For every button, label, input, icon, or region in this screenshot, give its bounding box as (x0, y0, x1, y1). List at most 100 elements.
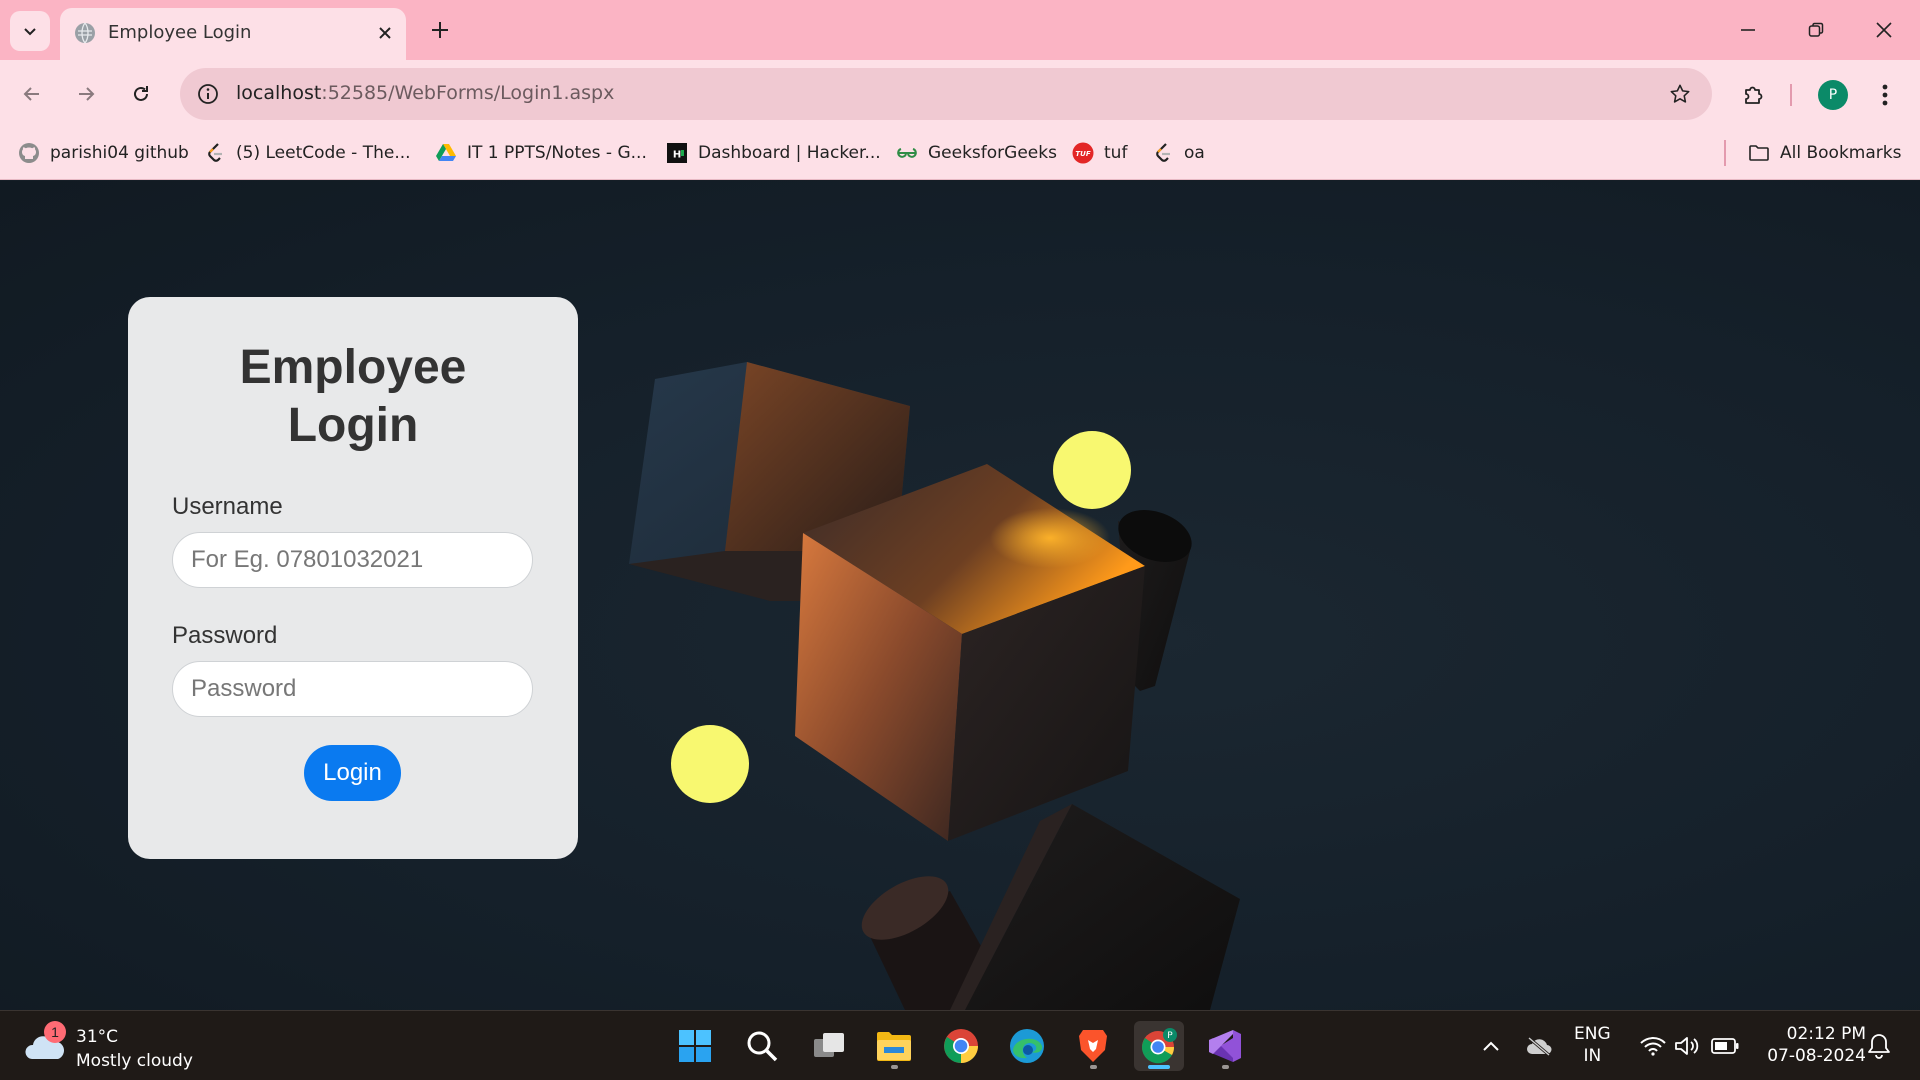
reload-icon (134, 86, 148, 101)
forward-button[interactable] (68, 76, 104, 112)
task-view-button[interactable] (804, 1021, 854, 1071)
battery-icon (1711, 1038, 1739, 1054)
tab-search-button[interactable] (10, 11, 50, 51)
bookmark-github[interactable]: parishi04 github (18, 138, 189, 168)
battery-button[interactable] (1708, 1029, 1742, 1063)
bookmark-tuf[interactable]: TUF tuf (1072, 138, 1127, 168)
puzzle-icon (1745, 86, 1763, 104)
weather-widget[interactable]: 1 31°C Mostly cloudy (24, 1019, 214, 1073)
arrow-right-icon (79, 87, 95, 101)
info-icon (198, 84, 218, 104)
bookmarks-divider (1724, 140, 1726, 166)
active-tab[interactable]: Employee Login (60, 8, 406, 60)
url-text[interactable]: localhost:52585/WebForms/Login1.aspx (236, 82, 614, 104)
task-view-icon (814, 1033, 844, 1057)
close-icon (379, 27, 391, 39)
login-title-line1: Employee (239, 341, 467, 394)
brave-button[interactable] (1068, 1021, 1118, 1071)
start-button[interactable] (670, 1021, 720, 1071)
login-button[interactable]: Login (304, 745, 401, 801)
tab-title: Employee Login (108, 22, 252, 43)
bookmark-geeksforgeeks[interactable]: GeeksforGeeks (896, 138, 1057, 168)
notification-bell-icon (1868, 1034, 1890, 1059)
google-drive-icon (436, 144, 456, 161)
onedrive-button[interactable] (1522, 1029, 1556, 1063)
running-indicator (1222, 1065, 1229, 1069)
visual-studio-button[interactable] (1200, 1021, 1250, 1071)
plus-icon (432, 22, 448, 38)
geeksforgeeks-icon (897, 148, 917, 158)
address-bar[interactable]: localhost:52585/WebForms/Login1.aspx (180, 68, 1712, 120)
chrome-button[interactable] (936, 1021, 986, 1071)
extensions-button[interactable] (1736, 78, 1770, 112)
active-indicator (1148, 1065, 1170, 1069)
browser-menu-button[interactable] (1870, 80, 1900, 110)
visual-studio-icon (1209, 1030, 1241, 1062)
weather-condition: Mostly cloudy (76, 1051, 193, 1071)
volume-icon (1675, 1037, 1699, 1055)
bookmark-leetcode[interactable]: (5) LeetCode - The... (204, 138, 411, 168)
url-host: localhost (236, 82, 322, 104)
close-window-button[interactable] (1860, 10, 1908, 50)
bookmark-label: parishi04 github (50, 143, 189, 163)
svg-text:H: H (673, 150, 681, 161)
profile-avatar[interactable]: P (1818, 80, 1848, 110)
password-input[interactable] (172, 661, 533, 717)
username-label: Username (172, 493, 283, 520)
search-icon (747, 1031, 778, 1062)
page-viewport: Employee Login Username Password Login (0, 181, 1920, 1010)
tab-strip: Employee Login (0, 0, 1920, 60)
bookmark-label: (5) LeetCode - The... (236, 143, 411, 163)
bookmark-hackerrank[interactable]: H Dashboard | Hacker... (666, 138, 881, 168)
restore-icon (1808, 22, 1824, 37)
tab-close-button[interactable] (372, 20, 398, 46)
reload-button[interactable] (123, 76, 159, 112)
show-hidden-icons-button[interactable] (1474, 1029, 1508, 1063)
volume-button[interactable] (1670, 1029, 1704, 1063)
bookmark-star-button[interactable] (1666, 80, 1694, 108)
bookmark-label: oa (1184, 143, 1205, 163)
all-bookmarks-button[interactable]: All Bookmarks (1748, 138, 1901, 168)
bookmark-google-drive[interactable]: IT 1 PPTS/Notes - G... (435, 138, 647, 168)
github-icon (19, 143, 39, 163)
arrow-left-icon (23, 87, 39, 101)
bookmark-oa[interactable]: oa (1152, 138, 1205, 168)
edge-button[interactable] (1002, 1021, 1052, 1071)
windows-taskbar: 1 31°C Mostly cloudy P ENG IN 02:12 PM 0… (0, 1010, 1920, 1080)
clock-date: 07-08-2024 (1767, 1046, 1866, 1066)
file-explorer-button[interactable] (869, 1021, 919, 1071)
hackerrank-icon: H (667, 143, 687, 163)
system-clock[interactable]: 02:12 PM 07-08-2024 (1756, 1023, 1866, 1067)
chevron-up-icon (1483, 1041, 1499, 1051)
windows-start-icon (679, 1030, 711, 1062)
login-title: Employee Login (128, 339, 578, 455)
bookmarks-bar: parishi04 github (5) LeetCode - The... I… (0, 128, 1920, 180)
site-info-button[interactable] (194, 80, 222, 108)
chrome-profile-button[interactable]: P (1134, 1021, 1184, 1071)
minimize-button[interactable] (1724, 10, 1772, 50)
chrome-profile-icon: P (1142, 1028, 1177, 1064)
minimize-icon (1741, 29, 1755, 31)
username-input[interactable] (172, 532, 533, 588)
bookmark-label: Dashboard | Hacker... (698, 143, 881, 163)
cloud-offline-icon (1527, 1036, 1552, 1056)
bookmark-label: tuf (1104, 143, 1128, 163)
language-line1: ENG (1574, 1024, 1611, 1044)
back-button[interactable] (14, 76, 50, 112)
language-line2: IN (1583, 1046, 1602, 1066)
password-label: Password (172, 622, 278, 649)
input-language-indicator[interactable]: ENG IN (1574, 1023, 1611, 1067)
tuf-icon: TUF (1072, 142, 1094, 164)
login-card: Employee Login Username Password Login (128, 297, 578, 859)
notification-center-button[interactable] (1862, 1029, 1896, 1063)
running-indicator (891, 1065, 898, 1069)
chevron-down-icon (24, 28, 36, 36)
restore-button[interactable] (1792, 10, 1840, 50)
notification-badge: 1 (44, 1021, 66, 1043)
toolbar-divider (1790, 84, 1792, 106)
taskbar-search-button[interactable] (737, 1021, 787, 1071)
wifi-icon (1640, 1037, 1666, 1056)
close-icon (1876, 22, 1892, 38)
wifi-button[interactable] (1636, 1029, 1670, 1063)
new-tab-button[interactable] (424, 14, 456, 46)
